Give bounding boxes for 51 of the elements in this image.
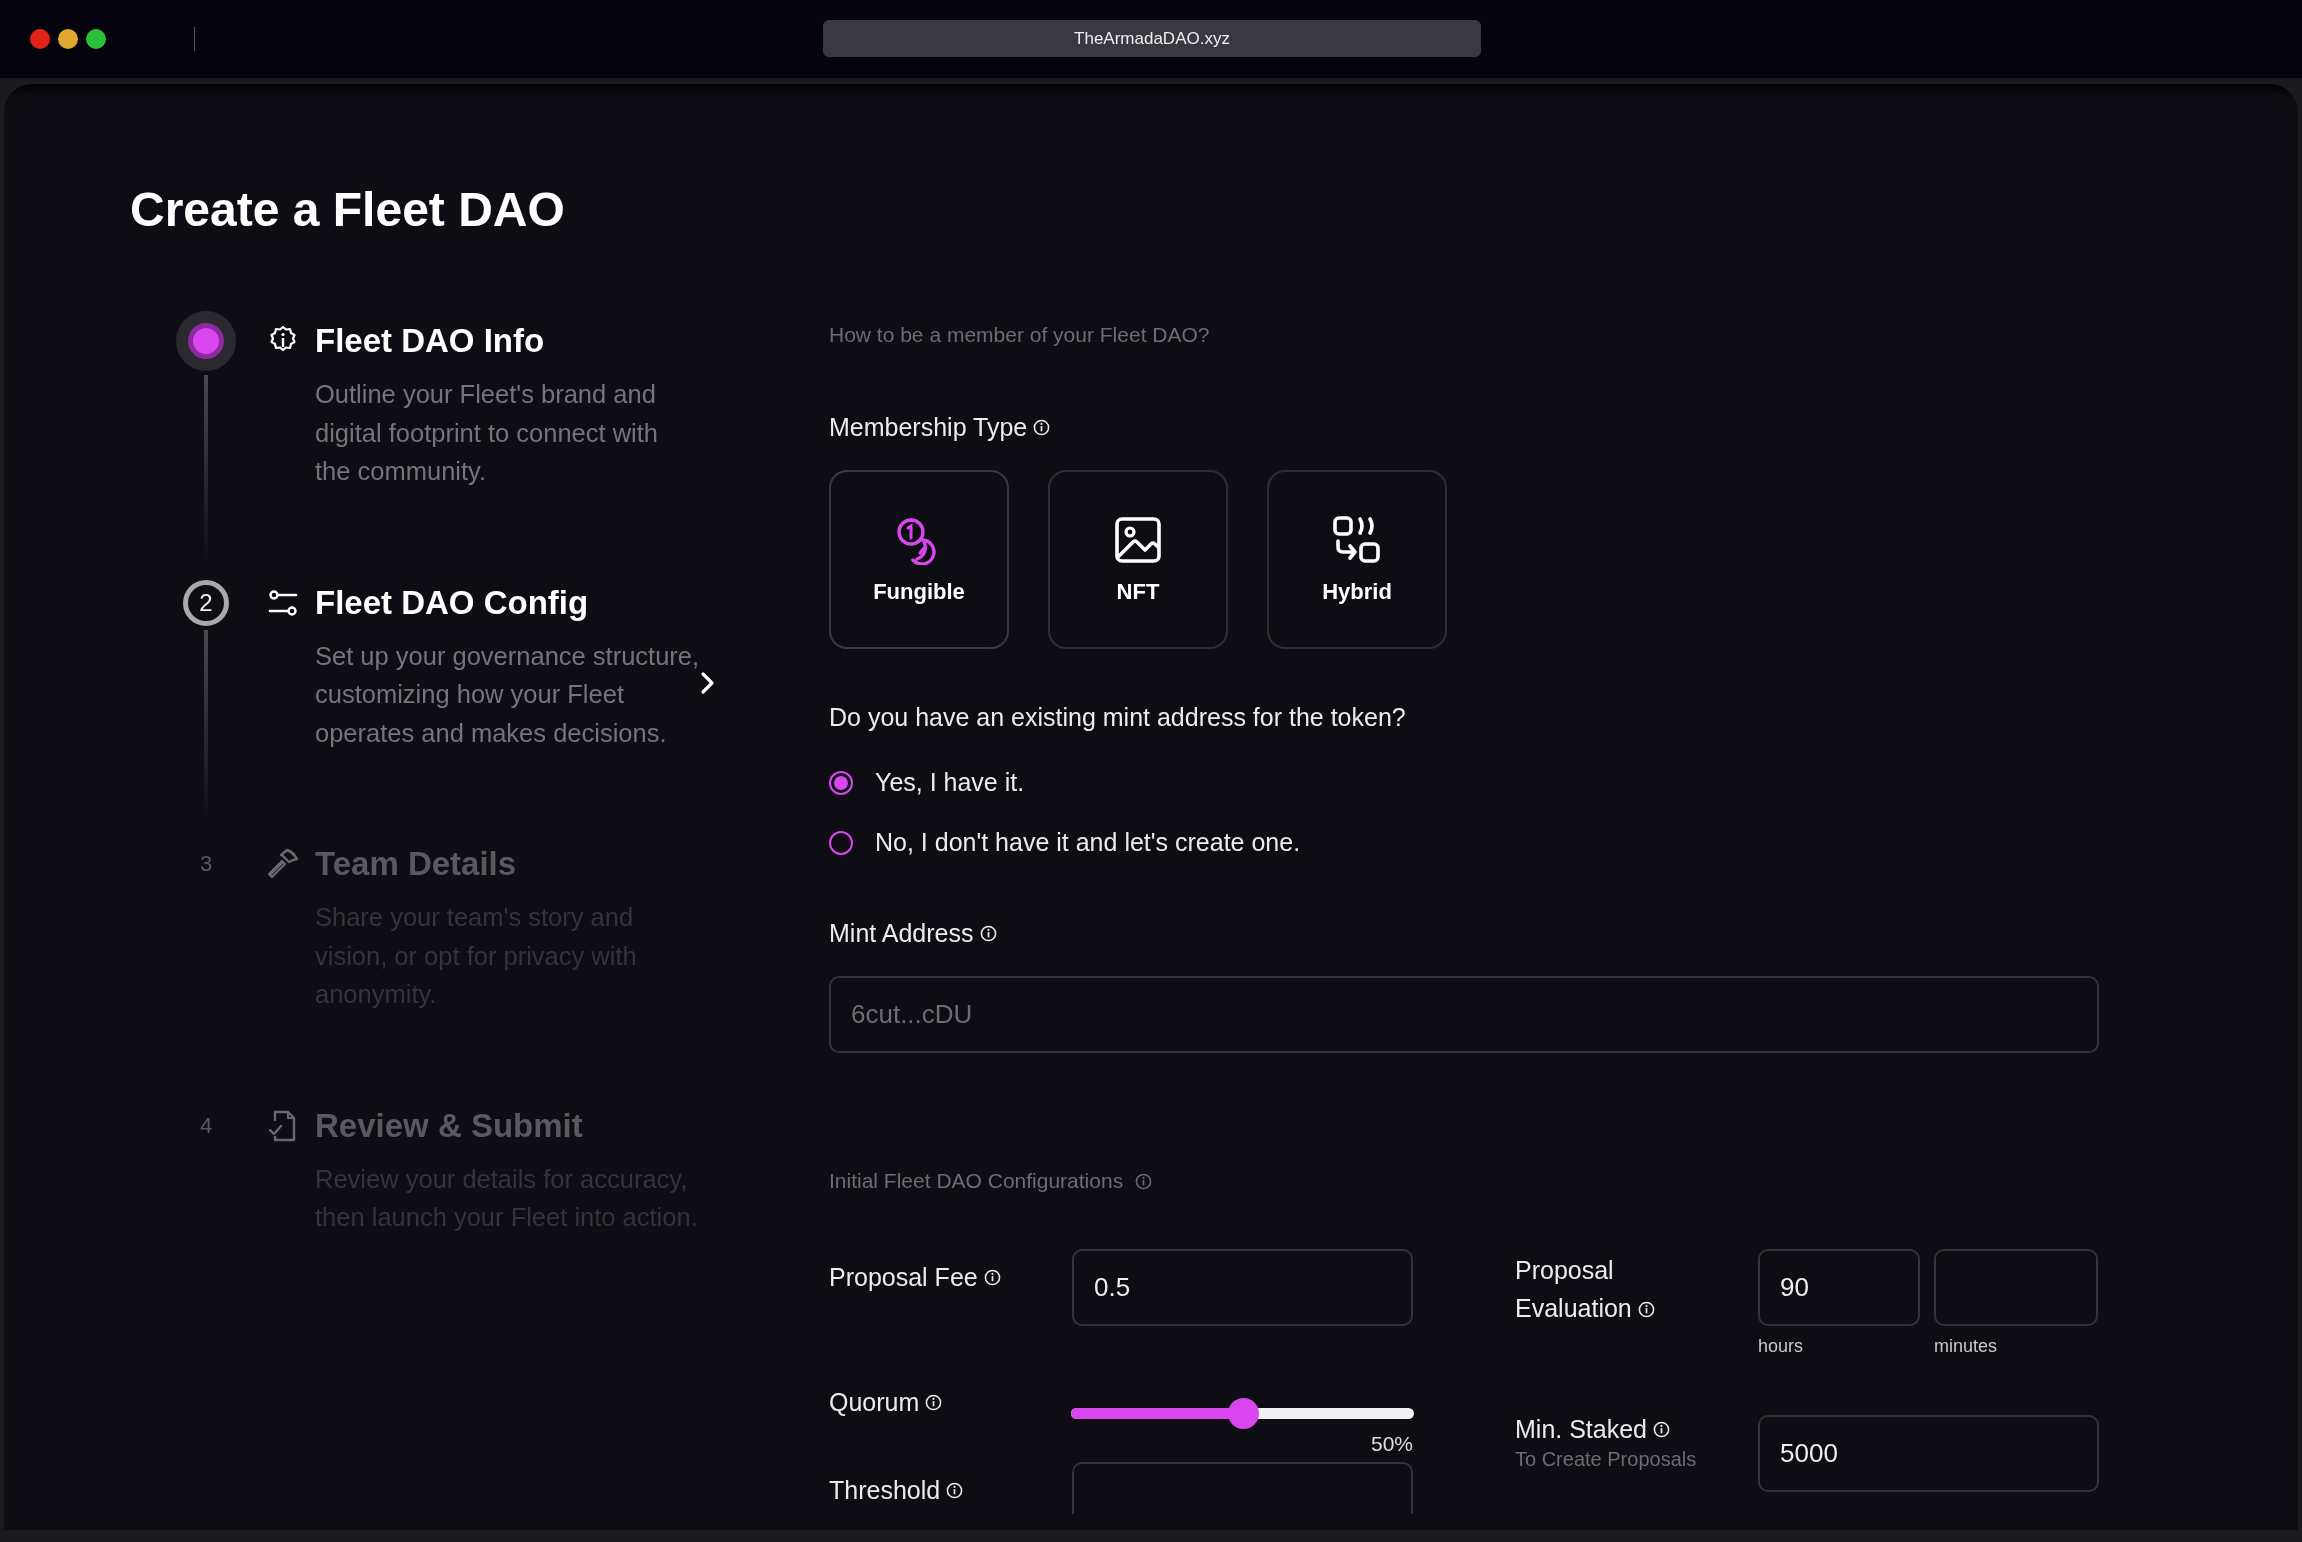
- step-title[interactable]: Fleet DAO Config: [315, 583, 589, 622]
- mint-address-field[interactable]: 6cut...cDU: [829, 976, 2099, 1053]
- radio-button[interactable]: [829, 770, 853, 795]
- field-label: Min. Staked: [1515, 1415, 1647, 1444]
- step-description: Outline your Fleet's brand and digital footprint to connect with the community.: [315, 379, 660, 487]
- unit-label: minutes: [1934, 1336, 1999, 1357]
- info-icon: [1653, 1421, 1670, 1438]
- step-number: 2: [183, 579, 229, 626]
- section-hint: How to be a member of your Fleet DAO?: [829, 323, 1211, 347]
- field-label: Proposal Fee: [829, 1263, 978, 1292]
- step-title[interactable]: Fleet DAO Info: [315, 322, 545, 360]
- address-bar[interactable]: TheArmadaDAO.xyz: [823, 20, 1481, 57]
- hybrid-exchange-icon: [1332, 514, 1382, 565]
- slider-thumb[interactable]: [1227, 1398, 1259, 1429]
- proposal-fee-field[interactable]: 0.5: [1072, 1249, 1413, 1326]
- field-label: Threshold: [829, 1476, 941, 1505]
- image-icon: [1113, 514, 1163, 565]
- field-label: Mint Address: [829, 919, 974, 948]
- field-note: To Create Proposals: [1515, 1448, 1698, 1471]
- membership-option[interactable]: Fungible: [829, 470, 1009, 649]
- info-icon: [1637, 1301, 1655, 1318]
- min-staked-field[interactable]: 5000: [1758, 1415, 2099, 1492]
- membership-option[interactable]: NFT: [1048, 470, 1228, 649]
- window-close-button[interactable]: [30, 29, 50, 49]
- radio-label[interactable]: No, I don't have it and let's create one.: [875, 828, 1301, 857]
- info-icon: [925, 1394, 943, 1411]
- slider-value: 50%: [1369, 1432, 1413, 1456]
- field-label: Quorum: [829, 1388, 920, 1417]
- membership-option[interactable]: Hybrid: [1267, 470, 1447, 649]
- hours-field[interactable]: 90: [1758, 1249, 1920, 1326]
- section-title: Initial Fleet DAO Configurations: [829, 1169, 1124, 1193]
- window-minimize-button[interactable]: [58, 29, 78, 49]
- minutes-field[interactable]: [1934, 1249, 2098, 1326]
- radio-button[interactable]: [829, 830, 853, 855]
- field-label: Membership Type: [829, 413, 1028, 442]
- radio-label[interactable]: Yes, I have it.: [875, 768, 1025, 797]
- page-title: Create a Fleet DAO: [130, 182, 566, 238]
- step-number: 3: [198, 850, 214, 878]
- unit-label: hours: [1758, 1336, 1805, 1357]
- info-icon: [983, 1269, 1001, 1286]
- hammer-icon: [266, 847, 300, 881]
- question-text: Do you have an existing mint address for the token?: [829, 703, 1407, 732]
- info-icon: [1135, 1172, 1153, 1190]
- quorum-slider[interactable]: [1071, 1398, 1414, 1429]
- field-label: Proposal Evaluation: [1515, 1256, 1632, 1322]
- info-icon: [946, 1482, 964, 1499]
- info-icon: [979, 925, 997, 942]
- step-number: 4: [198, 1111, 214, 1140]
- window-maximize-button[interactable]: [86, 29, 106, 49]
- info-icon: [1033, 419, 1051, 436]
- step-description: Set up your governance structure, customizing how your Fleet operates and makes decisions.: [315, 640, 700, 749]
